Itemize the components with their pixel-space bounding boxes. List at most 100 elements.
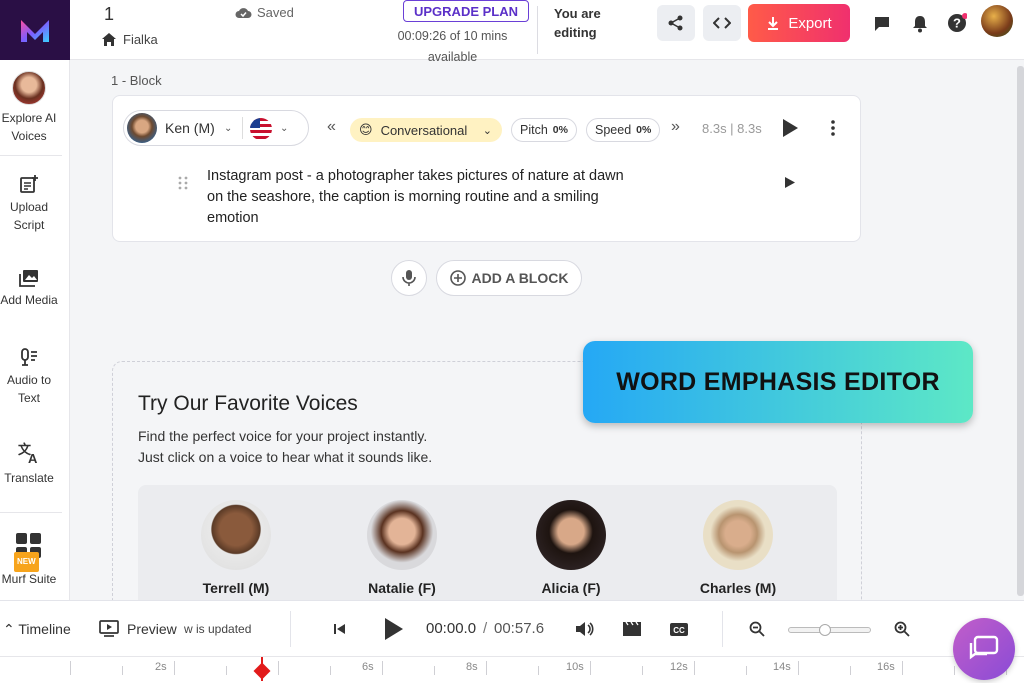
sidebar-item-upload-script[interactable]: Upload Script [0,174,58,234]
preview-button[interactable] [99,620,119,642]
preview-label[interactable]: Preview [127,621,177,637]
voice-name: Ken (M) [165,120,215,136]
speed-control[interactable]: Speed 0% [586,118,661,142]
user-avatar[interactable] [981,5,1013,37]
ruler-tick [278,661,279,675]
ruler-tick [174,661,175,675]
voice-card-terrell[interactable]: Terrell (M) [186,500,286,596]
zoom-in-button[interactable] [891,618,913,640]
sidebar-item-murf-suite[interactable]: NEW Murf Suite [0,532,58,588]
timeline-ruler[interactable]: 2s 6s 8s 10s 12s 14s 16s [0,656,1024,683]
voice-avatar [201,500,271,570]
drag-handle-icon[interactable] [178,176,188,190]
smile-emoji-icon: 😊 [359,122,373,137]
ruler-tick [538,666,539,675]
support-chat-button[interactable] [953,618,1015,680]
comments-button[interactable] [871,12,893,34]
video-button[interactable] [621,618,643,640]
us-flag-icon[interactable] [250,118,272,140]
pitch-control[interactable]: Pitch 0% [511,118,577,142]
favorites-title: Try Our Favorite Voices [138,392,358,415]
total-time: 00:57.6 [494,620,545,637]
play-block-icon[interactable] [781,118,799,138]
player-bar: ⌃ Timeline Preview w is updated 00:00.0 … [0,600,1024,656]
record-mic-button[interactable] [391,260,427,296]
block-label: 1 - Block [111,73,162,88]
top-bar: 1 Fialka Saved UPGRADE PLAN 00:09:26 of … [0,0,1024,64]
svg-text:A: A [28,451,38,465]
saved-label: Saved [257,5,294,20]
favorites-desc-line: Find the perfect voice for your project … [138,428,428,444]
favorites-description: Find the perfect voice for your project … [138,426,538,468]
style-selector[interactable]: 😊 Conversational ⌄ [350,118,502,142]
new-badge: NEW [14,552,39,572]
style-label: Conversational [380,122,468,138]
divider [0,512,62,513]
svg-text:CC: CC [673,626,685,635]
sidebar-label: Translate [4,471,54,485]
murf-logo[interactable] [0,0,70,60]
divider [537,6,538,54]
captions-button[interactable]: CC [668,618,690,640]
block-duration: 8.3s | 8.3s [702,121,762,136]
ruler-tick [798,661,799,675]
zoom-slider[interactable] [788,624,871,636]
editing-status: You are editing [554,4,601,42]
skip-to-start-button[interactable] [329,618,351,640]
skip-start-icon [334,624,345,634]
time-separator: / [483,620,488,637]
voice-card-alicia[interactable]: Alicia (F) [521,500,621,596]
help-button[interactable]: ? [946,12,968,34]
voice-selector[interactable]: Ken (M) ⌄ ⌄ [123,110,309,146]
script-text-editor[interactable]: Instagram post - a photographer takes pi… [207,166,627,229]
share-button[interactable] [657,5,695,41]
ruler-label: 16s [877,661,895,673]
zoom-slider-handle[interactable] [819,624,831,636]
divider [0,155,62,156]
project-breadcrumb[interactable]: Fialka [101,32,158,47]
sidebar-item-add-media[interactable]: Add Media [0,269,58,309]
ruler-label: 8s [466,661,478,673]
ruler-tick [226,666,227,675]
media-icon [19,270,38,287]
play-button[interactable] [381,615,407,643]
sidebar-item-translate[interactable]: 文A Translate [0,441,58,487]
ruler-tick [590,661,591,675]
home-icon [102,33,116,46]
ruler-tick [954,666,955,675]
chevron-down-icon[interactable]: ⌄ [280,123,288,134]
zoom-out-button[interactable] [746,618,768,640]
editing-line1: You are [554,6,601,21]
playhead-handle[interactable] [253,662,271,680]
volume-button[interactable] [574,618,596,640]
scrollbar[interactable] [1017,66,1024,596]
current-time: 00:00.0 [426,620,477,637]
more-options-icon[interactable] [831,120,835,136]
voice-card-natalie[interactable]: Natalie (F) [352,500,452,596]
microphone-icon [402,270,416,286]
clapperboard-icon [623,621,641,636]
preview-icon [99,620,119,637]
voice-card-charles[interactable]: Charles (M) [688,500,788,596]
sidebar-label: Add Media [0,293,58,307]
timeline-toggle[interactable]: ⌃ Timeline [3,621,71,638]
speed-label: Speed [595,123,632,137]
ruler-label: 10s [566,661,584,673]
skip-forward-icon[interactable]: » [671,118,680,136]
skip-back-icon[interactable]: « [327,118,336,136]
chevron-up-icon: ⌃ [3,621,15,637]
ruler-tick [850,666,851,675]
ruler-tick [382,661,383,675]
export-button[interactable]: Export [748,4,850,42]
upgrade-plan-button[interactable]: UPGRADE PLAN [403,0,530,22]
add-block-button[interactable]: ADD A BLOCK [436,260,582,296]
voice-name: Natalie (F) [368,580,436,596]
plus-circle-icon [449,270,466,286]
sidebar-item-audio-to-text[interactable]: Audio to Text [0,347,58,407]
ruler-label: 6s [362,661,374,673]
sidebar-label: Audio to [6,373,52,387]
play-sentence-icon[interactable] [784,176,796,189]
notifications-button[interactable] [909,12,931,34]
embed-code-button[interactable] [703,5,741,41]
sidebar-item-explore-voices[interactable]: Explore AI Voices [0,71,58,145]
